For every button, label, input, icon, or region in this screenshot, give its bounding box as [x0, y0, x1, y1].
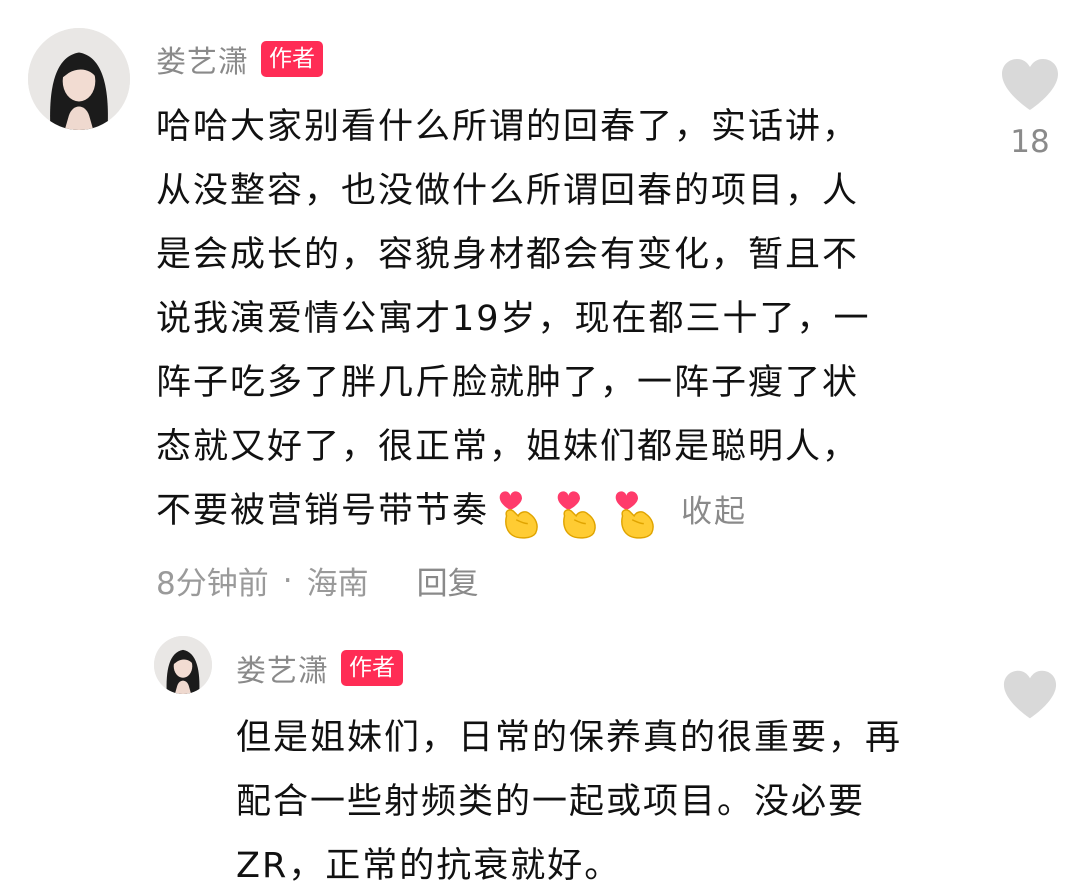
comment-thread: 娄艺潇 作者 哈哈大家别看什么所谓的回春了，实话讲， 从没整容，也没做什么所谓回…	[0, 0, 1080, 889]
reply-author-avatar[interactable]	[154, 636, 212, 694]
comment-time: 8分钟前	[156, 566, 269, 602]
reply-like-button[interactable]	[1000, 668, 1060, 722]
emoji-group	[493, 483, 667, 541]
comment-like-button[interactable]: 18	[998, 56, 1062, 160]
collapse-link[interactable]: 收起	[681, 494, 747, 530]
reply-header: 娄艺潇 作者	[236, 646, 403, 690]
avatar-image	[28, 28, 130, 130]
heart-hands-emoji	[499, 491, 538, 539]
comment-line: 不要被营销号带节奏	[156, 491, 490, 531]
heart-icon	[1003, 670, 1057, 719]
comment-line: 态就又好了，很正常，姐妹们都是聪明人，	[156, 427, 860, 467]
reply-line: 配合一些射频类的一起或项目。没必要	[236, 782, 866, 822]
comment-location: 海南	[306, 566, 369, 602]
comment-username[interactable]: 娄艺潇	[156, 37, 249, 81]
comment-line: 哈哈大家别看什么所谓的回春了，实话讲，	[156, 107, 860, 147]
author-avatar[interactable]	[28, 28, 130, 130]
comment-last-line: 不要被营销号带节奏 收起	[156, 479, 871, 544]
author-badge: 作者	[341, 650, 403, 686]
comment-header: 娄艺潇 作者	[156, 37, 323, 81]
heart-hands-emoji	[557, 491, 596, 539]
comment-meta: 8分钟前 · 海南 回复	[156, 558, 479, 603]
reply-line: ZR，正常的抗衰就好。	[236, 846, 622, 886]
heart-icon	[1002, 59, 1058, 110]
reply-body: 但是姐妹们，日常的保养真的很重要，再 配合一些射频类的一起或项目。没必要 ZR，…	[236, 706, 902, 889]
meta-separator: ·	[282, 562, 293, 599]
comment-line: 说我演爱情公寓才19岁，现在都三十了，一	[156, 299, 871, 339]
heart-hands-emoji	[615, 491, 654, 539]
like-count: 18	[1010, 124, 1050, 160]
avatar-image	[154, 636, 212, 694]
comment-line: 阵子吃多了胖几斤脸就肿了，一阵子瘦了状	[156, 363, 860, 403]
comment-line: 从没整容，也没做什么所谓回春的项目，人	[156, 171, 860, 211]
reply-button[interactable]: 回复	[417, 558, 479, 603]
reply-username[interactable]: 娄艺潇	[236, 646, 329, 690]
comment-line: 是会成长的，容貌身材都会有变化，暂且不	[156, 235, 860, 275]
author-badge: 作者	[261, 41, 323, 77]
reply-line: 但是姐妹们，日常的保养真的很重要，再	[236, 718, 903, 758]
comment-body: 哈哈大家别看什么所谓的回春了，实话讲， 从没整容，也没做什么所谓回春的项目，人 …	[156, 95, 871, 544]
